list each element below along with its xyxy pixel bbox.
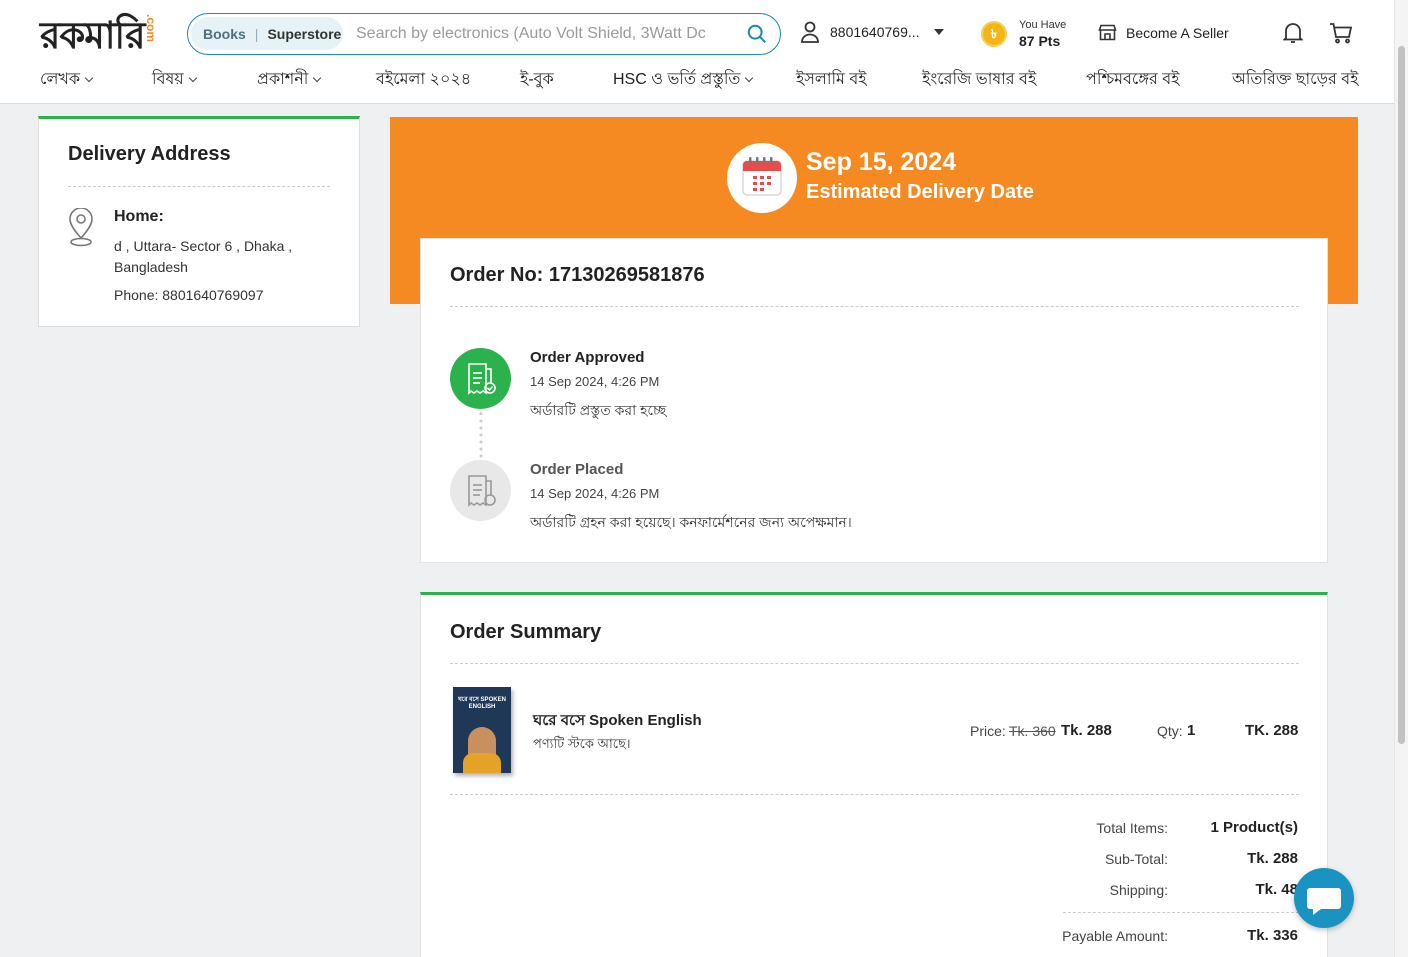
price-label: Price: — [970, 723, 1006, 739]
divider — [450, 663, 1299, 664]
become-seller-label: Become A Seller — [1126, 24, 1229, 41]
points-value: 87 Pts — [1019, 33, 1061, 49]
nav-item-publisher[interactable]: প্রকাশনী — [257, 66, 322, 93]
calendar-icon — [727, 143, 797, 213]
nav-item-boimela[interactable]: বইমেলা ২০২৪ — [376, 66, 471, 93]
chat-bubble-icon — [1307, 888, 1341, 915]
nav-item-islamic[interactable]: ইসলামি বই — [796, 66, 867, 93]
nav-item-label: ইংরেজি ভাষার বই — [922, 71, 1037, 88]
nav-item-ebook[interactable]: ই-বুক — [520, 66, 554, 93]
shipping-label: Shipping: — [1109, 882, 1168, 898]
coin-icon: ৳ — [981, 21, 1007, 47]
nav-item-label: ই-বুক — [520, 71, 554, 88]
step-approved-title: Order Approved — [530, 349, 645, 366]
subtotal-label: Sub-Total: — [1104, 851, 1168, 867]
book-cover-title: ঘরে বসে SPOKEN ENGLISH — [458, 697, 506, 710]
line-total: TK. 288 — [1245, 722, 1299, 739]
site-logo[interactable]: রকমারি .com — [40, 10, 158, 60]
search-category-toggle: Books | Superstore — [191, 17, 343, 50]
nav-item-discount[interactable]: অতিরিক্ত ছাড়ের বই — [1232, 66, 1358, 93]
scrollbar-thumb[interactable] — [1398, 46, 1405, 744]
logo-text: রকমারি — [40, 13, 145, 57]
estimated-delivery-label: Estimated Delivery Date — [806, 181, 1034, 203]
account-menu[interactable]: 8801640769... — [800, 21, 944, 43]
original-price: Tk. 360 — [1009, 723, 1056, 739]
search-tab-divider: | — [254, 25, 259, 42]
delivery-address-card: Delivery Address Home: d , Uttara- Secto… — [38, 116, 360, 327]
cart-icon[interactable] — [1329, 22, 1353, 44]
chevron-down-icon — [188, 73, 197, 82]
order-number: Order No: 17130269581876 — [450, 264, 705, 286]
qty-label: Qty: — [1157, 723, 1183, 739]
shipping-value: Tk. 48 — [1255, 881, 1298, 898]
subtotal-value: Tk. 288 — [1247, 850, 1298, 867]
divider — [1063, 912, 1299, 913]
order-summary-card: Order Summary ঘরে বসে SPOKEN ENGLISH ঘরে… — [420, 592, 1328, 957]
divider — [68, 186, 330, 187]
user-icon — [801, 21, 819, 43]
search-bar: Books | Superstore Search by electronics… — [187, 13, 781, 55]
nav-item-label: ইসলামি বই — [796, 71, 867, 88]
timeline-connector — [479, 411, 483, 458]
bell-icon[interactable] — [1283, 22, 1303, 44]
chevron-down-icon — [313, 73, 322, 82]
chevron-down-icon — [933, 29, 944, 35]
become-seller-link[interactable]: Become A Seller — [1098, 24, 1229, 41]
step-placed-time: 14 Sep 2024, 4:26 PM — [530, 486, 660, 501]
page-scrollbar[interactable] — [1394, 0, 1408, 957]
nav-item-label: বিষয় — [152, 71, 184, 88]
nav-item-label: প্রকাশনী — [257, 71, 309, 88]
nav-item-label: অতিরিক্ত ছাড়ের বই — [1232, 71, 1359, 88]
divider — [450, 794, 1299, 795]
tab-books[interactable]: Books — [191, 26, 246, 42]
nav-item-subject[interactable]: বিষয় — [152, 66, 197, 93]
chevron-down-icon — [745, 73, 754, 82]
location-pin-icon — [69, 208, 93, 247]
nav-item-label: বইমেলা ২০২৪ — [376, 71, 472, 88]
payable-value: Tk. 336 — [1247, 927, 1298, 944]
step-approved-desc: অর্ডারটি প্রস্তুত করা হচ্ছে — [530, 402, 667, 418]
total-items-value: 1 Product(s) — [1210, 819, 1298, 836]
qty-value: 1 — [1187, 722, 1196, 739]
order-status-card: Order No: 17130269581876 Order Approved … — [420, 238, 1328, 563]
nav-item-label: লেখক — [40, 71, 81, 88]
order-approved-icon — [450, 348, 511, 409]
discounted-price: Tk. 288 — [1061, 722, 1112, 739]
estimated-delivery-date: Sep 15, 2024 — [806, 148, 957, 176]
tab-superstore[interactable]: Superstore — [267, 26, 341, 42]
address-label: Home: — [114, 208, 164, 225]
search-input[interactable]: Search by electronics (Auto Volt Shield,… — [356, 25, 706, 43]
points-label: You Have — [1019, 19, 1067, 31]
nav-item-writer[interactable]: লেখক — [40, 66, 94, 93]
delivery-address-title: Delivery Address — [68, 143, 231, 165]
chevron-down-icon — [84, 73, 94, 82]
nav-item-westbengal[interactable]: পশ্চিমবঙ্গের বই — [1086, 66, 1179, 93]
step-placed-desc: অর্ডারটি গ্রহন করা হয়েছে। কনফার্মেশনের … — [530, 514, 852, 530]
address-phone: Phone: 8801640769097 — [114, 287, 264, 303]
category-nav: লেখক বিষয় প্রকাশনী বইমেলা ২০২৪ ই-বুক HS… — [40, 66, 1358, 94]
logo-suffix: .com — [144, 14, 158, 43]
search-icon[interactable] — [746, 23, 768, 45]
divider — [450, 306, 1299, 307]
product-stock-status: পণ্যটি স্টকে আছে। — [533, 736, 631, 751]
total-items-label: Total Items: — [1096, 820, 1168, 836]
address-text: d , Uttara- Sector 6 , Dhaka , Banglades… — [114, 238, 293, 275]
nav-item-label: HSC ও ভর্তি প্রস্তুতি — [613, 71, 741, 88]
store-icon — [1098, 24, 1117, 41]
nav-item-english[interactable]: ইংরেজি ভাষার বই — [922, 66, 1036, 93]
product-name[interactable]: ঘরে বসে Spoken English — [533, 709, 702, 734]
step-placed-title: Order Placed — [530, 461, 624, 478]
cover-portrait-shirt — [463, 753, 501, 773]
payable-label: Payable Amount: — [1062, 928, 1168, 944]
nav-item-label: পশ্চিমবঙ্গের বই — [1086, 71, 1180, 88]
order-placed-icon — [450, 460, 511, 521]
nav-item-hsc[interactable]: HSC ও ভর্তি প্রস্তুতি — [613, 66, 754, 93]
chat-button[interactable] — [1294, 868, 1354, 928]
order-summary-title: Order Summary — [450, 621, 602, 643]
step-approved-time: 14 Sep 2024, 4:26 PM — [530, 374, 660, 389]
product-thumbnail[interactable]: ঘরে বসে SPOKEN ENGLISH — [453, 687, 511, 773]
site-header: রকমারি .com Books | Superstore Search by… — [0, 0, 1394, 104]
account-username: 8801640769... — [830, 24, 920, 40]
